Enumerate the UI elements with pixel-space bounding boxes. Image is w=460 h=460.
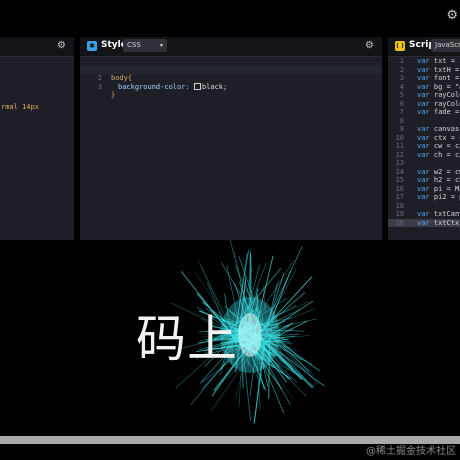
js-preprocessor-select[interactable]: JavaScript [431,39,460,52]
code-text: var ctx = c [417,133,460,142]
code-line: 3 var font = [388,74,460,83]
code-line: 7 var fade = [388,108,460,117]
result-preview: 码上 [0,240,460,436]
css-value: black; [201,82,228,91]
code-text: var pi2 = p [417,193,460,201]
css-logo-icon: ✱ [87,41,97,51]
line-number: 10 [395,133,404,142]
code-text: var txtH = [417,65,460,74]
css-property: background-color: [118,82,190,91]
code-text: var fade = [417,108,460,116]
html-settings-gear-icon[interactable]: ⚙ [57,40,66,51]
code-line: 2 background-color: black; [80,65,382,91]
code-line: 11 var cw = ca [388,142,460,151]
code-text: var cw = ca [417,142,460,150]
code-text: var h2 = ch [417,176,460,184]
html-editor-header: ⚙ [0,37,74,57]
code-text: var txt = " [417,57,460,65]
line-number: 17 [395,193,404,201]
css-editor-panel: ✱ Style CSS ▾ ⚙ 1 body{ 2 background-col… [80,37,382,240]
line-number: 19 [395,210,404,218]
code-text: var font = [417,74,460,82]
code-line: 1 var txt = " [388,57,460,66]
code-line: 1 body{ [80,57,382,83]
js-logo-icon: { } [395,41,405,51]
code-line: 17 var pi2 = p [388,193,460,202]
code-line: 13 [388,159,460,168]
css-settings-gear-icon[interactable]: ⚙ [365,40,374,51]
line-number: 3 [399,74,404,82]
line-number: 16 [395,184,404,193]
code-line: 4 var bg = "# [388,83,460,92]
line-number: 4 [399,82,404,91]
code-line: rmal 14px [0,94,39,111]
js-mode-label: JavaScript [435,41,460,49]
line-number: 8 [399,116,404,125]
line-number: 9 [399,125,404,133]
code-line: 19 var txtCanv [388,210,460,219]
code-text: var txtCanv [417,210,460,218]
css-editor-header: ✱ Style CSS ▾ ⚙ [80,37,382,57]
code-text: var w2 = cw [417,167,460,176]
code-text: var ch = ca [417,150,460,159]
code-line: 9 var canvas [388,125,460,134]
css-declaration: background-color: black; [118,82,228,92]
code-text: var rayColo [417,99,460,108]
code-text: rmal 14px [1,102,39,111]
color-swatch-icon [193,82,201,90]
ray-core [238,313,262,357]
css-mode-label: CSS [127,41,141,49]
code-line: 20 var txtCtx [388,218,460,227]
code-line: 14 var w2 = cw [388,168,460,177]
js-editor-panel: { } Script JavaScript 1 var txt = " 2 var t… [388,37,460,240]
line-number: 5 [399,91,404,99]
animated-text: 码上 [136,310,238,368]
code-text: var bg = "# [417,82,460,91]
code-line: 15 var h2 = ch [388,176,460,185]
js-code-area[interactable]: 1 var txt = " 2 var txtH = 3 var font = 4 var b… [388,57,460,240]
line-number: 3 [97,82,102,91]
css-selector: } [111,91,116,99]
line-number: 6 [399,99,404,108]
css-preprocessor-select[interactable]: CSS ▾ [123,39,167,52]
watermark: @稀土掘金技术社区 [366,446,456,457]
code-line: 2 var txtH = [388,66,460,75]
line-number: 12 [395,150,404,159]
line-number: 15 [395,176,404,184]
css-code-area[interactable]: 1 body{ 2 background-color: black; 3 } [80,57,382,240]
code-line: 6 var rayColo [388,100,460,109]
code-line: 10 var ctx = c [388,134,460,143]
code-text: var rayColo [417,91,460,99]
code-line: 8 [388,117,460,126]
html-editor-panel: ⚙ rmal 14px [0,37,74,240]
js-editor-header: { } Script JavaScript [388,37,460,57]
top-bar: ⚙ [0,0,460,33]
light-ray [266,268,297,326]
line-number: 1 [399,57,404,65]
line-number: 13 [395,159,404,167]
code-line: 3 } [80,74,382,100]
line-number: 2 [399,65,404,74]
code-text: var pi = Ma [417,184,460,193]
code-line: 5 var rayColo [388,91,460,100]
code-line: 16 var pi = Ma [388,185,460,194]
settings-gear-icon[interactable]: ⚙ [446,8,458,23]
line-number: 14 [395,167,404,176]
line-number: 11 [395,142,404,150]
line-number: 20 [395,218,404,227]
html-code-area[interactable]: rmal 14px [0,57,74,240]
line-number: 7 [399,108,404,116]
chevron-down-icon: ▾ [159,42,163,49]
code-line: 18 [388,202,460,211]
code-text: var canvas [417,125,460,133]
line-number: 18 [395,201,404,210]
code-text: var txtCtx [417,218,460,227]
code-line: 12 var ch = ca [388,151,460,160]
